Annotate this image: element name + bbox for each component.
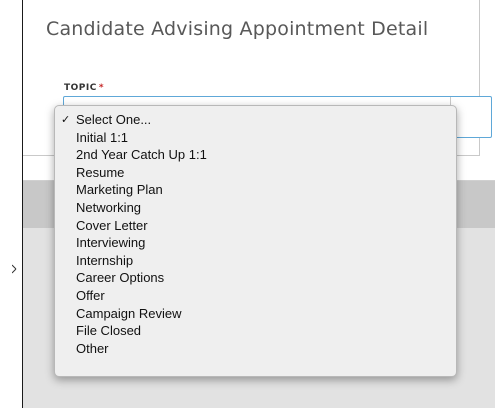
topic-option-label: Select One... (76, 112, 152, 127)
topic-option-label: Cover Letter (76, 217, 148, 233)
topic-option-label: Campaign Review (76, 305, 182, 321)
topic-option-label: Initial 1:1 (76, 129, 129, 145)
topic-option[interactable]: Marketing Plan (55, 181, 456, 199)
page-title: Candidate Advising Appointment Detail (46, 18, 429, 40)
topic-dropdown-menu[interactable]: ✓ Select One... Initial 1:1 2nd Year Catch … (54, 105, 457, 377)
topic-option-label: 2nd Year Catch Up 1:1 (76, 147, 207, 163)
topic-option-label: Internship (76, 252, 134, 268)
topic-option-label: Offer (76, 287, 105, 303)
topic-label-text: TOPIC (64, 83, 97, 93)
required-marker: * (98, 83, 105, 93)
topic-option-label: Interviewing (76, 235, 146, 251)
topic-option[interactable]: Cover Letter (55, 217, 456, 235)
topic-option[interactable]: Interviewing (55, 234, 456, 252)
topic-option[interactable]: Offer (55, 287, 456, 305)
page-edge-mark (11, 262, 17, 274)
topic-option[interactable]: Other (55, 340, 456, 358)
topic-option-label: Resume (76, 164, 125, 180)
topic-option[interactable]: Campaign Review (55, 305, 456, 323)
topic-option[interactable]: 2nd Year Catch Up 1:1 (55, 146, 456, 164)
topic-option-label: Networking (76, 199, 142, 215)
topic-option-label: Marketing Plan (76, 182, 163, 198)
topic-option[interactable]: File Closed (55, 322, 456, 340)
topic-label: TOPIC * (64, 83, 104, 93)
topic-option[interactable]: Internship (55, 252, 456, 270)
topic-option[interactable]: Initial 1:1 (55, 129, 456, 147)
checkmark-icon: ✓ (61, 113, 71, 126)
topic-option[interactable]: Networking (55, 199, 456, 217)
topic-option-label: Other (76, 340, 109, 356)
topic-option[interactable]: Resume (55, 164, 456, 182)
topic-option-label: Career Options (76, 270, 165, 286)
topic-option[interactable]: Career Options (55, 269, 456, 287)
topic-option-label: File Closed (76, 323, 142, 339)
topic-option[interactable]: ✓ Select One... (55, 111, 456, 129)
